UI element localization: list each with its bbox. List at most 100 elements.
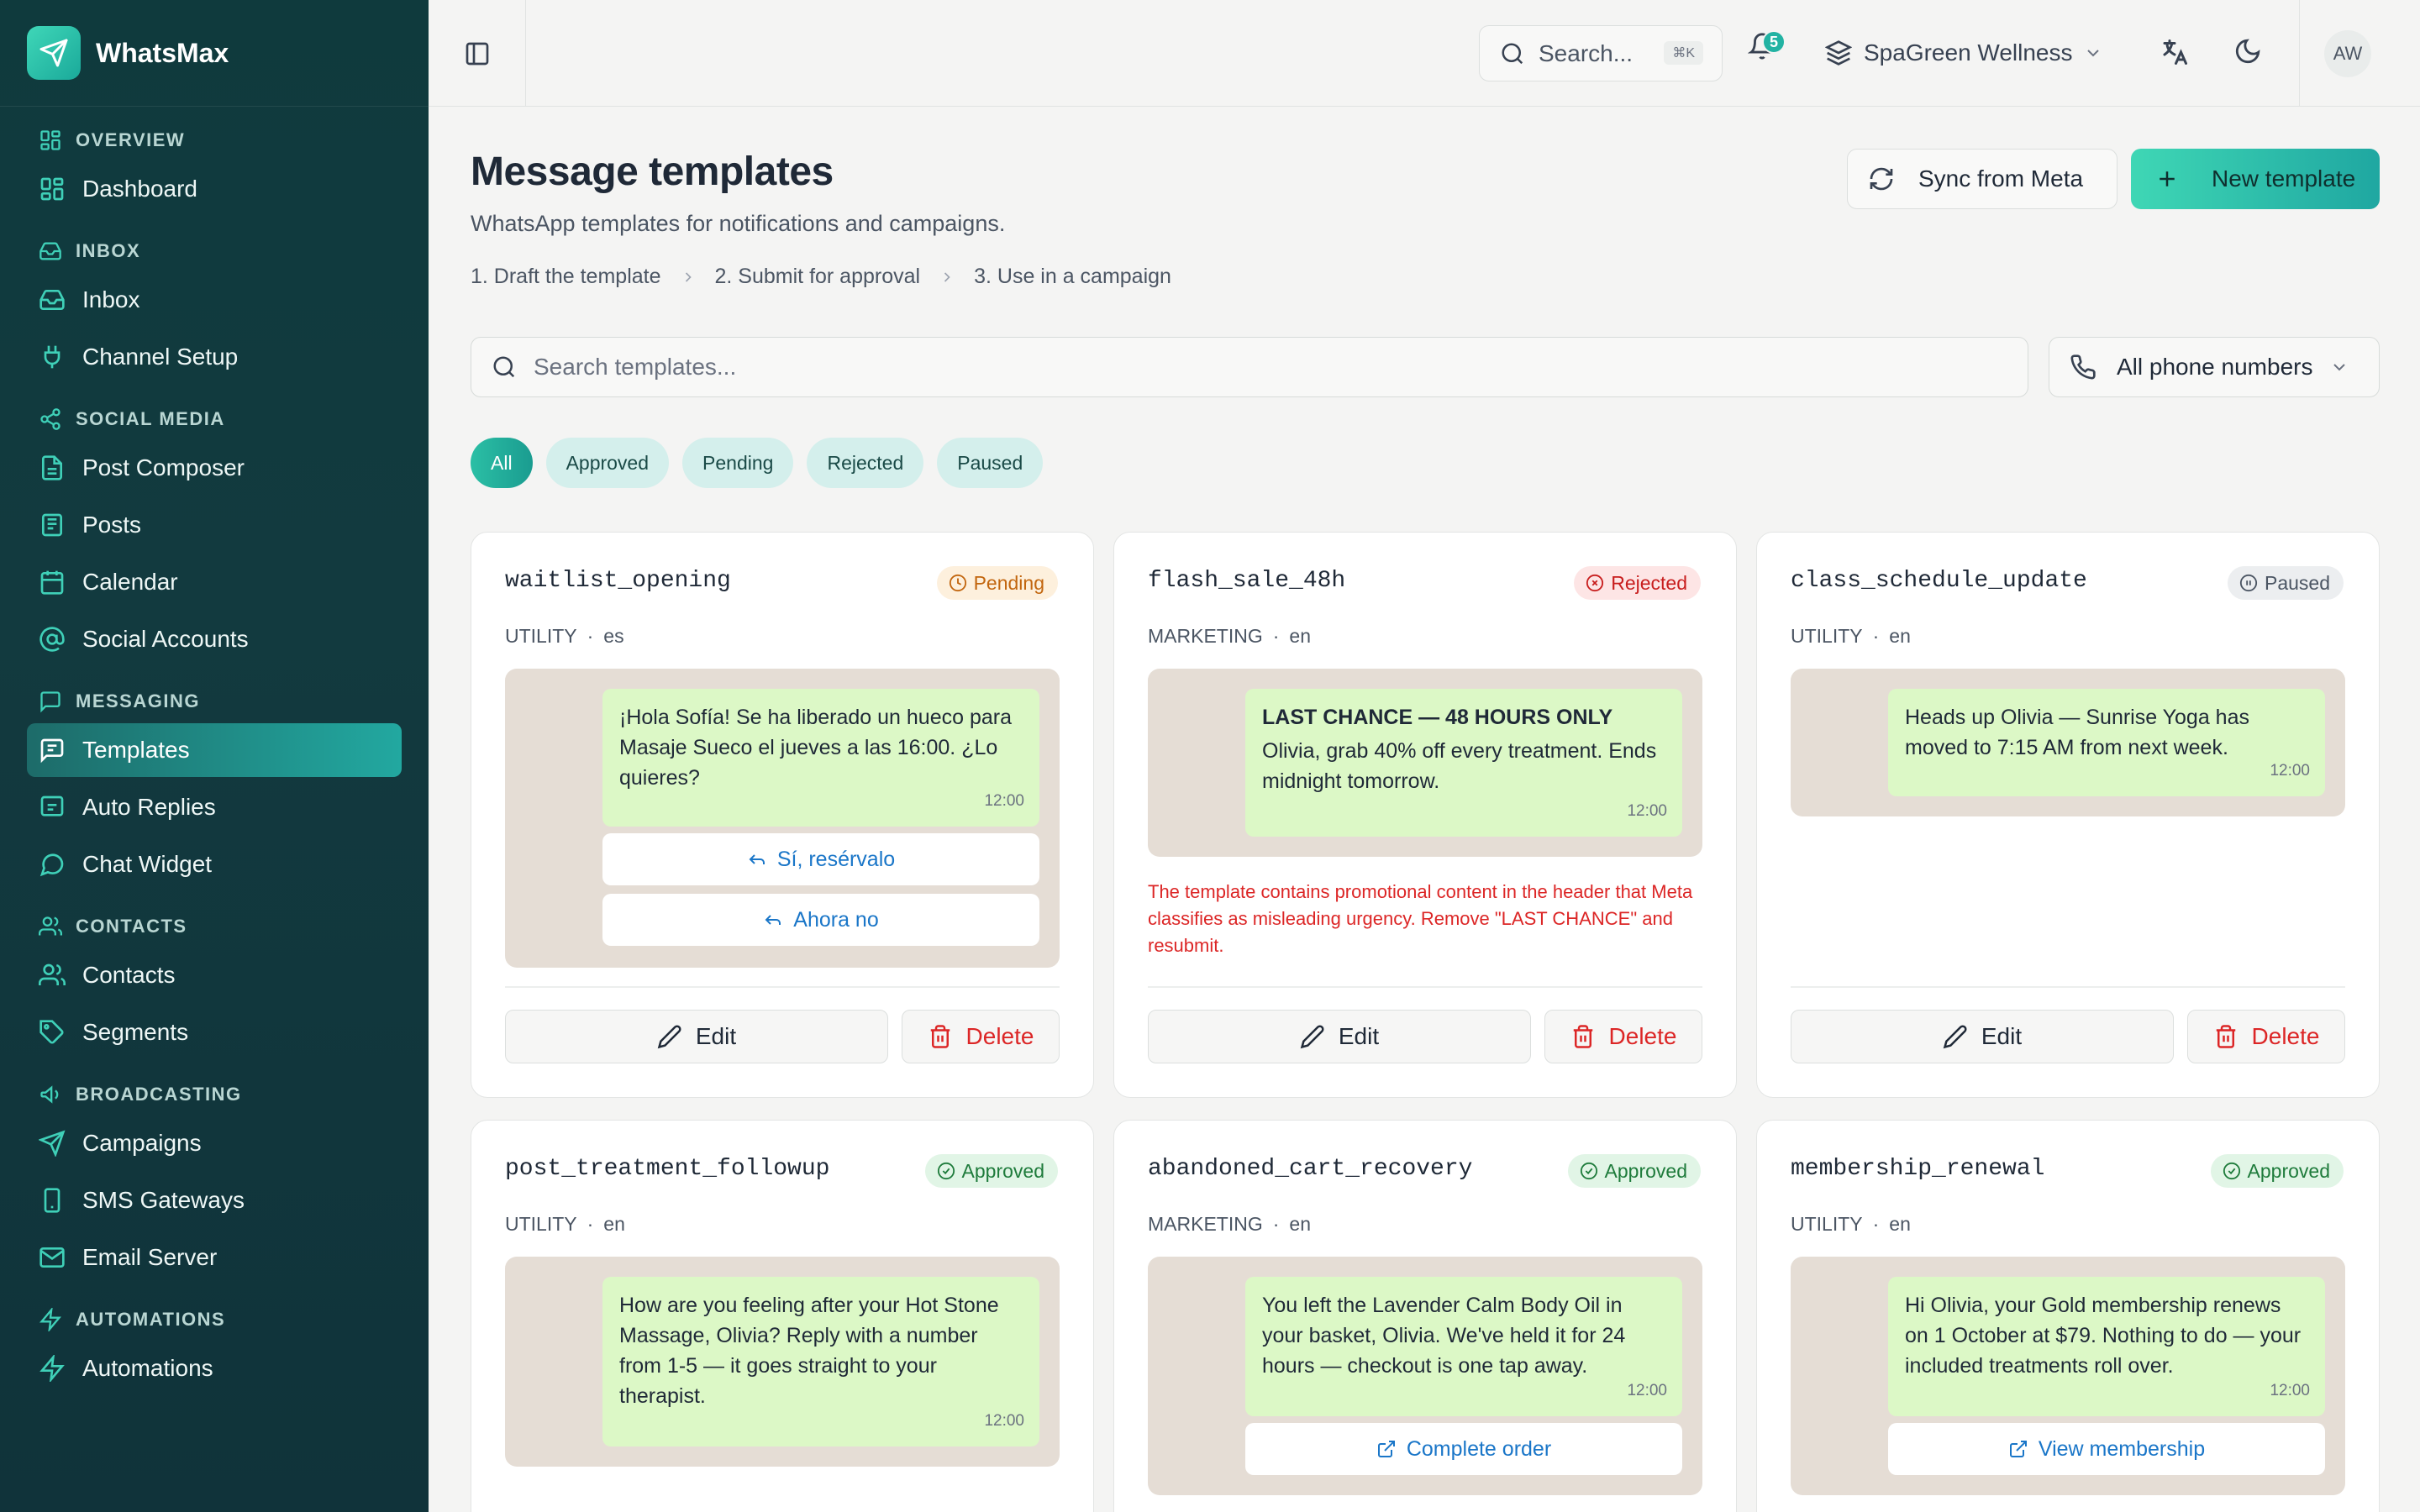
rejection-reason: The template contains promotional conten… [1148, 881, 1693, 956]
inbox-icon [39, 290, 65, 310]
delete-button[interactable]: Delete [1544, 1010, 1702, 1063]
section-broadcasting: BROADCASTING [27, 1076, 402, 1113]
global-search-button[interactable]: Search... ⌘K [1479, 25, 1723, 81]
sidebar-item-inbox[interactable]: Inbox [27, 273, 402, 327]
language-label: es [603, 625, 624, 647]
phone-number-select[interactable]: All phone numbers [2049, 337, 2380, 397]
category-label: UTILITY [505, 625, 577, 647]
sidebar-item-dashboard[interactable]: Dashboard [27, 162, 402, 216]
workspace-switcher[interactable]: SpaGreen Wellness [1825, 32, 2103, 74]
quick-reply-label: Ahora no [793, 907, 879, 932]
quick-reply-button[interactable]: Ahora no [602, 894, 1039, 946]
filter-chip-all[interactable]: All [471, 438, 533, 488]
status-filter-chips: All Approved Pending Rejected Paused [471, 438, 1044, 488]
message-body: Heads up Olivia — Sunrise Yoga has moved… [1905, 706, 2249, 759]
megaphone-icon [40, 1085, 59, 1104]
delete-button[interactable]: Delete [902, 1010, 1060, 1063]
template-name: waitlist_opening [505, 568, 731, 594]
lightning-icon [39, 1308, 61, 1331]
section-automations: AUTOMATIONS [27, 1301, 402, 1338]
check-circle-icon [937, 1162, 955, 1180]
cta-button[interactable]: Complete order [1245, 1423, 1682, 1475]
chevron-right-icon [680, 269, 697, 286]
sidebar-item-auto-replies[interactable]: Auto Replies [27, 780, 402, 834]
avatar[interactable]: AW [2324, 30, 2371, 77]
template-search-field[interactable]: Search templates... [471, 337, 2028, 397]
edit-label: Edit [695, 1023, 737, 1049]
delete-button[interactable]: Delete [2187, 1010, 2345, 1063]
message-time: 12:00 [1627, 1382, 1667, 1399]
template-name: flash_sale_48h [1148, 568, 1346, 594]
page-subtitle: WhatsApp templates for notifications and… [471, 211, 1006, 236]
filter-chip-paused[interactable]: Paused [937, 438, 1044, 488]
message-time: 12:00 [984, 792, 1024, 810]
new-template-label: New template [2212, 165, 2356, 192]
message-body: Olivia, grab 40% off every treatment. En… [1262, 739, 1657, 793]
status-badge: Rejected [1574, 566, 1701, 600]
sidebar-item-posts[interactable]: Posts [27, 498, 402, 552]
category-label: UTILITY [1791, 1213, 1863, 1235]
sidebar-item-channel-setup[interactable]: Channel Setup [27, 330, 402, 384]
posts-icon [42, 513, 62, 537]
at-sign-icon [39, 627, 65, 652]
sidebar-item-segments[interactable]: Segments [27, 1005, 402, 1059]
sidebar-item-post-composer[interactable]: Post Composer [27, 441, 402, 495]
message-body: ¡Hola Sofía! Se ha liberado un hueco par… [619, 706, 1012, 790]
language-button[interactable] [2160, 37, 2190, 67]
message-time: 12:00 [984, 1412, 1024, 1430]
section-title: SOCIAL MEDIA [76, 408, 225, 429]
sidebar-toggle-button[interactable] [429, 0, 526, 107]
theme-toggle-button[interactable] [2233, 37, 2262, 66]
notification-count-badge: 5 [1762, 30, 1786, 54]
sidebar-item-label: Inbox [82, 286, 140, 312]
sync-from-meta-button[interactable]: Sync from Meta [1847, 149, 2118, 209]
message-header: LAST CHANCE — 48 HOURS ONLY [1262, 706, 1613, 729]
section-title: CONTACTS [76, 916, 187, 937]
x-circle-icon [1586, 574, 1604, 592]
message-bubble: Heads up Olivia — Sunrise Yoga has moved… [1888, 689, 2325, 796]
sidebar-item-sms-gateways[interactable]: SMS Gateways [27, 1173, 402, 1227]
filter-chip-pending[interactable]: Pending [682, 438, 794, 488]
sidebar-item-social-accounts[interactable]: Social Accounts [27, 612, 402, 666]
phone-filter-value: All phone numbers [2117, 354, 2313, 380]
filter-chip-rejected[interactable]: Rejected [807, 438, 924, 488]
message-preview: You left the Lavender Calm Body Oil in y… [1148, 1257, 1702, 1495]
sidebar-item-label: Chat Widget [82, 851, 213, 877]
sidebar-item-label: Posts [82, 512, 142, 538]
brand[interactable]: WhatsMax [0, 0, 429, 107]
category-label: UTILITY [1791, 625, 1863, 647]
sidebar-item-contacts[interactable]: Contacts [27, 948, 402, 1002]
edit-button[interactable]: Edit [505, 1010, 888, 1063]
phone-icon [2070, 354, 2096, 380]
sidebar-item-templates[interactable]: Templates [27, 723, 402, 777]
sidebar-item-calendar[interactable]: Calendar [27, 555, 402, 609]
cta-button[interactable]: View membership [1888, 1423, 2325, 1475]
sidebar-item-label: SMS Gateways [82, 1187, 245, 1213]
sidebar-item-automations[interactable]: Automations [27, 1341, 402, 1395]
sync-label: Sync from Meta [1918, 165, 2084, 192]
language-label: en [1289, 1213, 1311, 1235]
delete-label: Delete [1608, 1023, 1677, 1049]
message-preview: Hi Olivia, your Gold membership renews o… [1791, 1257, 2345, 1495]
steps-breadcrumb: 1. Draft the template 2. Submit for appr… [471, 265, 1171, 289]
refresh-icon [1870, 167, 1893, 191]
external-link-icon [1377, 1441, 1395, 1457]
message-time: 12:00 [1627, 802, 1667, 820]
template-meta: MARKETING · en [1148, 1213, 1311, 1235]
sidebar-item-email-server[interactable]: Email Server [27, 1231, 402, 1284]
filter-chip-approved[interactable]: Approved [545, 438, 670, 488]
reply-icon [765, 915, 781, 925]
users-icon [39, 916, 62, 936]
sidebar-item-chat-widget[interactable]: Chat Widget [27, 837, 402, 891]
search-placeholder: Search templates... [534, 354, 737, 380]
quick-reply-button[interactable]: Sí, resérvalo [602, 833, 1039, 885]
sidebar-item-label: Dashboard [82, 176, 197, 202]
section-social-media: SOCIAL MEDIA [27, 401, 402, 438]
card-divider [505, 986, 1060, 988]
sidebar-item-campaigns[interactable]: Campaigns [27, 1116, 402, 1170]
edit-button[interactable]: Edit [1791, 1010, 2174, 1063]
new-template-button[interactable]: New template [2131, 149, 2380, 209]
edit-button[interactable]: Edit [1148, 1010, 1531, 1063]
sidebar: WhatsMax OVERVIEW Dashboard INBOX Inbox … [0, 0, 429, 1512]
language-label: en [1889, 625, 1911, 647]
